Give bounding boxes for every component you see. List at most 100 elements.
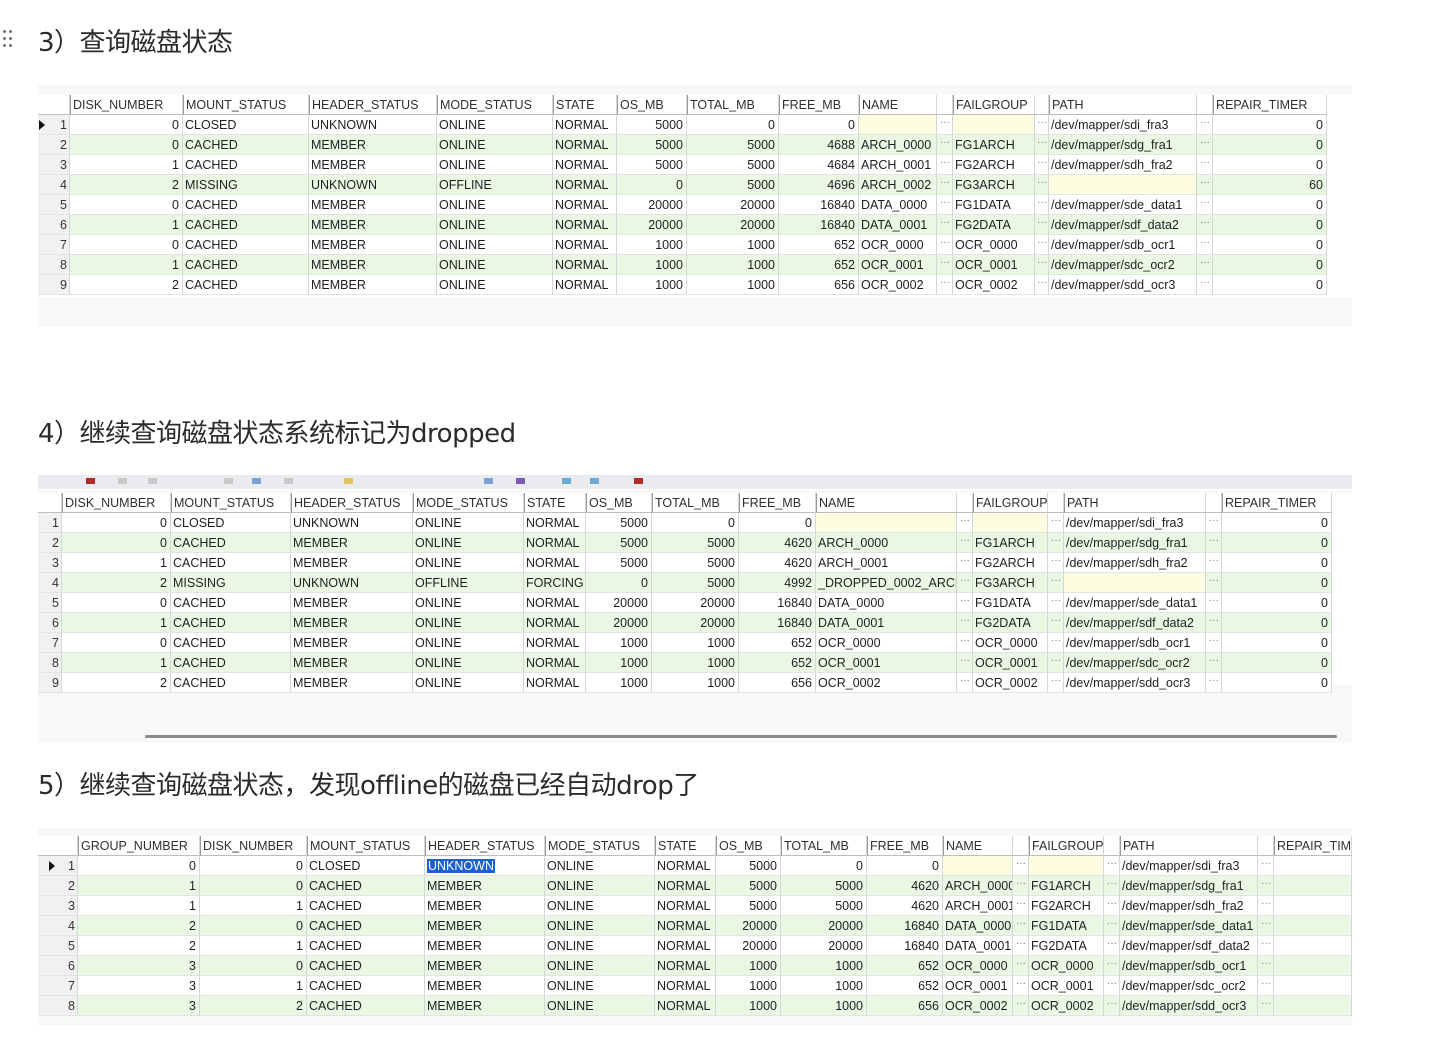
cell-os-mb[interactable]: 1000 [716, 996, 781, 1016]
cell-mode-status[interactable]: ONLINE [545, 996, 655, 1016]
cell-name[interactable]: OCR_0001 [943, 976, 1013, 996]
cell-repair-timer[interactable]: 0 [1213, 155, 1327, 175]
column-header-repair-timer[interactable]: REPAIR_TIMER [1213, 95, 1327, 115]
cell-rowno[interactable]: 4 [38, 573, 62, 593]
cell-mode-status[interactable]: ONLINE [437, 255, 553, 275]
cell-state[interactable]: NORMAL [655, 856, 716, 876]
cell-disk-number[interactable]: 1 [70, 215, 183, 235]
cell-state[interactable]: FORCING [524, 573, 586, 593]
cell-name[interactable]: _DROPPED_0002_ARCH [816, 573, 957, 593]
cell-header-status[interactable]: MEMBER [425, 876, 545, 896]
cell-disk-number[interactable]: 0 [70, 195, 183, 215]
cell-ellipsis-button[interactable]: ··· [1048, 533, 1064, 553]
column-header-mount-status[interactable]: MOUNT_STATUS [171, 493, 291, 513]
cell-ellipsis-button[interactable]: ··· [937, 275, 953, 295]
cell-header-status[interactable]: MEMBER [309, 195, 437, 215]
cell-mode-status[interactable]: ONLINE [437, 135, 553, 155]
result-grid-2[interactable]: DISK_NUMBER MOUNT_STATUS HEADER_STATUS MODE… [38, 493, 1352, 693]
toolbar-icon[interactable] [284, 478, 293, 484]
cell-name[interactable]: OCR_0001 [816, 653, 957, 673]
column-header-mount-status[interactable]: MOUNT_STATUS [307, 836, 425, 856]
cell-ellipsis-button[interactable]: ··· [1035, 255, 1049, 275]
cell-os-mb[interactable]: 5000 [617, 155, 687, 175]
cell-header-status[interactable]: MEMBER [309, 155, 437, 175]
table-row[interactable]: 1 0 CLOSED UNKNOWN ONLINE NORMAL 5000 0 0 ··· ··· /… [38, 115, 1327, 135]
cell-header-status[interactable]: MEMBER [425, 996, 545, 1016]
cell-repair-timer[interactable]: 0 [1213, 275, 1327, 295]
column-header-failgroup[interactable]: FAILGROUP [953, 95, 1035, 115]
cell-failgroup[interactable]: OCR_0000 [973, 633, 1048, 653]
cell-header-status[interactable]: MEMBER [309, 275, 437, 295]
cell-mode-status[interactable]: ONLINE [545, 976, 655, 996]
cell-header-status[interactable]: MEMBER [291, 673, 413, 693]
cell-ellipsis-button[interactable]: ··· [937, 115, 953, 135]
cell-mode-status[interactable]: ONLINE [413, 593, 524, 613]
cell-mount-status[interactable]: CACHED [183, 275, 309, 295]
result-grid-1[interactable]: DISK_NUMBER MOUNT_STATUS HEADER_STATUS MODE… [38, 95, 1352, 297]
cell-ellipsis-button[interactable]: ··· [1104, 876, 1120, 896]
cell-mount-status[interactable]: MISSING [171, 573, 291, 593]
column-header-repair-timer[interactable]: REPAIR_TIMER [1222, 493, 1332, 513]
cell-state[interactable]: NORMAL [524, 533, 586, 553]
cell-free-mb[interactable]: 4696 [779, 175, 859, 195]
cell-rowno[interactable]: 9 [38, 673, 62, 693]
toolbar-icon[interactable] [86, 478, 95, 484]
cell-repair-timer[interactable] [1274, 856, 1352, 876]
cell-rowno[interactable]: 7 [38, 976, 78, 996]
cell-os-mb[interactable]: 20000 [586, 593, 652, 613]
cell-ellipsis-button[interactable]: ··· [937, 135, 953, 155]
cell-disk-number[interactable]: 0 [70, 235, 183, 255]
cell-name[interactable]: ARCH_0001 [816, 553, 957, 573]
cell-os-mb[interactable]: 1000 [617, 235, 687, 255]
cell-os-mb[interactable]: 20000 [716, 936, 781, 956]
cell-rowno[interactable]: 3 [38, 155, 70, 175]
cell-ellipsis-button[interactable]: ··· [1104, 856, 1120, 876]
table-row[interactable]: 8 3 2 CACHED MEMBER ONLINE NORMAL 1000 1000 656 OC… [38, 996, 1352, 1016]
cell-state[interactable]: NORMAL [655, 876, 716, 896]
cell-ellipsis-button[interactable]: ··· [1197, 135, 1213, 155]
cell-ellipsis-button[interactable]: ··· [1197, 115, 1213, 135]
cell-total-mb[interactable]: 0 [687, 115, 779, 135]
column-header-free-mb[interactable]: FREE_MB [739, 493, 816, 513]
cell-ellipsis-button[interactable]: ··· [1197, 175, 1213, 195]
column-header-path[interactable]: PATH [1049, 95, 1197, 115]
cell-name[interactable]: ARCH_0002 [859, 175, 937, 195]
cell-repair-timer[interactable]: 0 [1222, 533, 1332, 553]
cell-name[interactable]: DATA_0001 [859, 215, 937, 235]
cell-state[interactable]: NORMAL [655, 996, 716, 1016]
cell-mode-status[interactable]: OFFLINE [413, 573, 524, 593]
column-header-mode-status[interactable]: MODE_STATUS [545, 836, 655, 856]
cell-mode-status[interactable]: ONLINE [545, 856, 655, 876]
cell-mode-status[interactable]: ONLINE [413, 673, 524, 693]
cell-mount-status[interactable]: MISSING [183, 175, 309, 195]
toolbar-icon[interactable] [344, 478, 353, 484]
cell-failgroup[interactable]: OCR_0001 [953, 255, 1035, 275]
column-header-header-status[interactable]: HEADER_STATUS [309, 95, 437, 115]
cell-repair-timer[interactable]: 0 [1222, 653, 1332, 673]
cell-ellipsis-button[interactable]: ··· [1258, 856, 1274, 876]
cell-name[interactable]: OCR_0002 [816, 673, 957, 693]
cell-failgroup[interactable]: FG1ARCH [953, 135, 1035, 155]
toolbar-icon[interactable] [516, 478, 525, 484]
cell-total-mb[interactable]: 0 [652, 513, 739, 533]
table-row[interactable]: 9 2 CACHED MEMBER ONLINE NORMAL 1000 1000 656 OCR… [38, 275, 1327, 295]
column-header-state[interactable]: STATE [553, 95, 617, 115]
cell-mode-status[interactable]: ONLINE [545, 956, 655, 976]
cell-group-number[interactable]: 1 [78, 896, 200, 916]
cell-state[interactable]: NORMAL [655, 916, 716, 936]
cell-total-mb[interactable]: 0 [781, 856, 867, 876]
cell-mount-status[interactable]: CACHED [171, 613, 291, 633]
table-row[interactable]: 3 1 CACHED MEMBER ONLINE NORMAL 5000 5000 4620 AR… [38, 553, 1332, 573]
cell-os-mb[interactable]: 20000 [617, 215, 687, 235]
cell-ellipsis-button[interactable]: ··· [957, 573, 973, 593]
cell-header-status[interactable]: MEMBER [309, 135, 437, 155]
cell-repair-timer[interactable]: 0 [1222, 513, 1332, 533]
cell-mount-status[interactable]: CACHED [171, 653, 291, 673]
cell-failgroup[interactable]: OCR_0001 [973, 653, 1048, 673]
cell-state[interactable]: NORMAL [553, 155, 617, 175]
cell-total-mb[interactable]: 1000 [652, 653, 739, 673]
cell-ellipsis-button[interactable]: ··· [957, 553, 973, 573]
cell-repair-timer[interactable]: 0 [1213, 195, 1327, 215]
cell-failgroup[interactable] [973, 513, 1048, 533]
cell-free-mb[interactable]: 0 [739, 513, 816, 533]
